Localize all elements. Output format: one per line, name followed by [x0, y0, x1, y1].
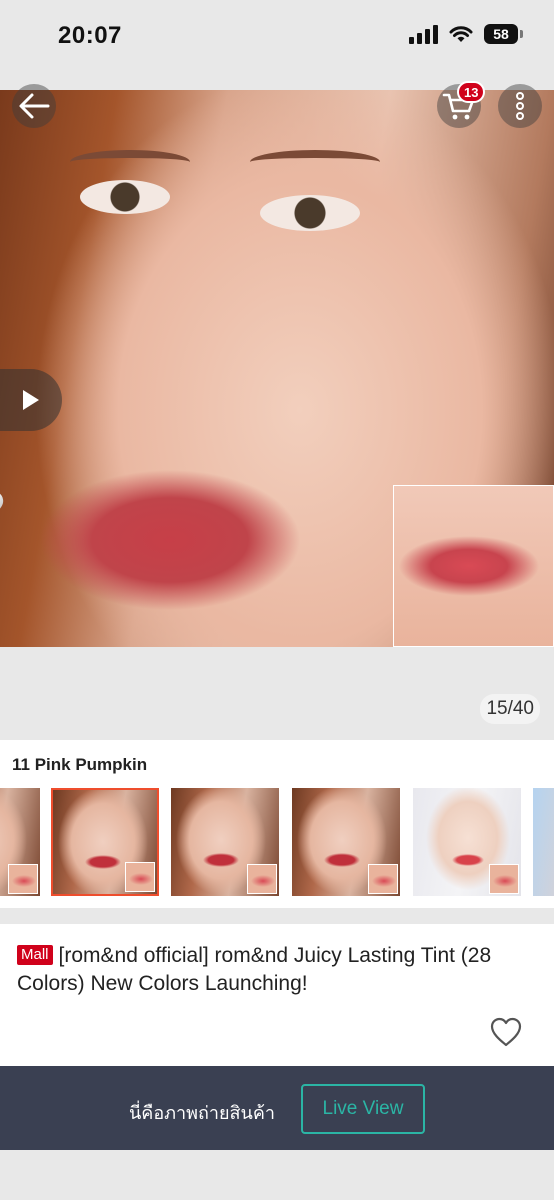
- live-view-button[interactable]: Live View: [301, 1084, 425, 1134]
- play-icon: [23, 390, 39, 410]
- product-info: Mall [rom&nd official] rom&nd Juicy Lasti…: [0, 924, 554, 1066]
- like-button[interactable]: [489, 1016, 523, 1048]
- variation-thumbnail[interactable]: [171, 788, 279, 896]
- image-detail: [80, 180, 170, 214]
- image-detail: [250, 150, 380, 174]
- cart-button[interactable]: 13: [437, 81, 486, 128]
- live-view-bar: นี่คือภาพถ่ายสินค้า Live View: [0, 1066, 554, 1150]
- image-detail: [260, 195, 360, 231]
- selected-variation-name: 11 Pink Pumpkin: [12, 755, 148, 774]
- live-view-caption: นี่คือภาพถ่ายสินค้า: [129, 1103, 275, 1123]
- lip-swatch-inset: [393, 485, 554, 647]
- arrow-left-icon: [19, 93, 50, 119]
- variation-thumbnail[interactable]: [0, 788, 40, 896]
- gallery-footer: 15/40: [0, 647, 554, 740]
- mall-badge: Mall: [17, 945, 53, 965]
- status-time: 20:07: [58, 22, 122, 49]
- product-title-text: [rom&nd official] rom&nd Juicy Lasting T…: [17, 944, 492, 995]
- image-detail: [0, 481, 8, 647]
- variation-thumbnail[interactable]: [533, 788, 554, 896]
- battery-indicator: 58: [484, 24, 523, 44]
- more-options-button[interactable]: [498, 84, 542, 128]
- variation-thumbnail[interactable]: [413, 788, 521, 896]
- image-counter: 15/40: [480, 694, 540, 724]
- status-icons: 58: [409, 24, 523, 44]
- variation-thumbnail[interactable]: [292, 788, 400, 896]
- back-button[interactable]: [12, 84, 56, 128]
- product-title: Mall [rom&nd official] rom&nd Juicy Lasti…: [17, 942, 537, 998]
- vertical-dots-icon: [516, 92, 524, 120]
- image-detail: [70, 150, 190, 174]
- status-bar: 20:07 58: [0, 0, 554, 90]
- variation-section: 11 Pink Pumpkin: [0, 740, 554, 908]
- cart-count-badge: 13: [457, 81, 486, 103]
- variation-thumbnail-strip[interactable]: [0, 788, 554, 898]
- bottom-area: [0, 1150, 554, 1200]
- wifi-icon: [449, 26, 473, 42]
- product-gallery-image[interactable]: [0, 90, 554, 647]
- signal-icon: [409, 24, 438, 44]
- heart-outline-icon: [490, 1017, 522, 1047]
- play-video-button[interactable]: [0, 369, 62, 431]
- variation-thumbnail-selected[interactable]: [51, 788, 159, 896]
